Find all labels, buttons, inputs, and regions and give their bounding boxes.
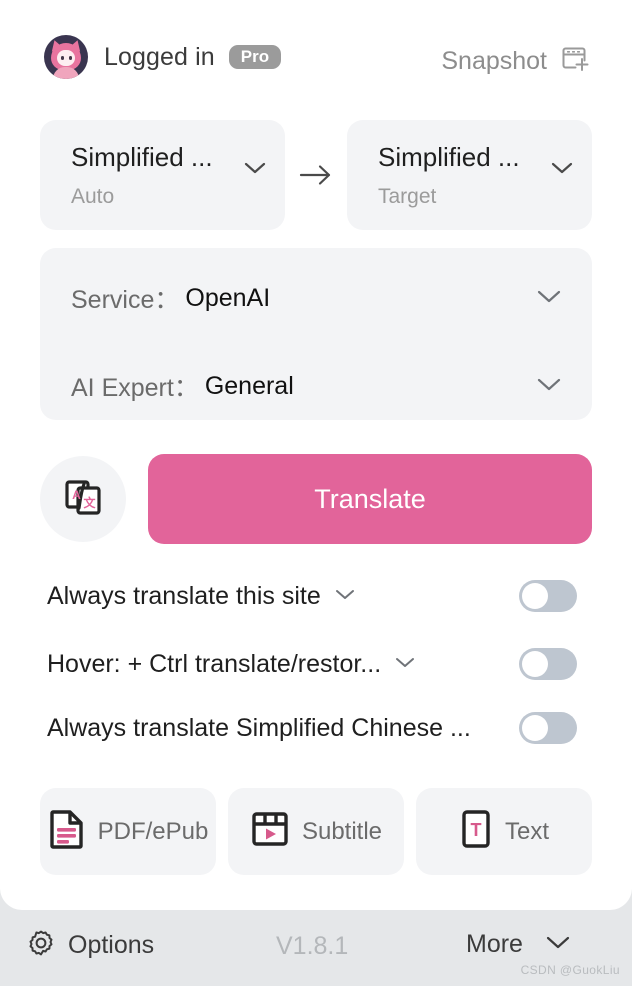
text-tile[interactable]: T Text xyxy=(416,788,592,875)
pro-badge: Pro xyxy=(228,45,282,69)
chevron-down-icon xyxy=(534,375,564,398)
chevron-down-icon[interactable] xyxy=(333,587,357,606)
account-area[interactable]: Logged in Pro xyxy=(44,35,282,79)
svg-text:T: T xyxy=(470,820,481,840)
always-translate-language-label: Always translate Simplified Chinese ... xyxy=(47,713,471,742)
footer: Options V1.8.1 More CSDN @GuokLiu xyxy=(0,910,632,986)
translate-button[interactable]: Translate xyxy=(148,454,592,544)
avatar-face xyxy=(57,50,75,66)
more-button[interactable]: More xyxy=(466,930,573,959)
snapshot-label: Snapshot xyxy=(441,47,547,75)
pdf-epub-tile[interactable]: PDF/ePub xyxy=(40,788,216,875)
chevron-down-icon xyxy=(242,160,268,181)
hover-translate-toggle[interactable] xyxy=(519,648,577,680)
translate-language-icon-button[interactable]: A 文 xyxy=(40,456,126,542)
more-label: More xyxy=(466,930,523,958)
options-label: Options xyxy=(68,931,155,959)
source-language-selector[interactable]: Simplified ... Auto xyxy=(40,120,285,230)
always-translate-site-label: Always translate this site xyxy=(47,581,321,610)
gear-icon xyxy=(26,928,56,963)
avatar-eye-right xyxy=(69,56,72,60)
source-language-name: Simplified ... xyxy=(71,142,213,172)
ai-expert-dropdown[interactable]: AI Expert： General xyxy=(71,366,564,406)
always-translate-site-row[interactable]: Always translate this site xyxy=(47,574,577,618)
translate-action-row: A 文 Translate xyxy=(40,452,592,546)
hover-translate-row[interactable]: Hover: + Ctrl translate/restor... xyxy=(47,642,577,686)
header: Logged in Pro Snapshot xyxy=(0,0,632,114)
toggle-knob xyxy=(522,583,548,609)
always-translate-language-toggle[interactable] xyxy=(519,712,577,744)
tools-tile-row: PDF/ePub Subtitle T Text xyxy=(40,788,592,875)
hover-translate-label: Hover: + Ctrl translate/restor... xyxy=(47,649,382,678)
arrow-right-icon xyxy=(285,162,347,188)
target-language-sub: Target xyxy=(378,185,437,208)
document-icon xyxy=(48,808,86,855)
logged-in-label: Logged in xyxy=(104,42,215,71)
snapshot-button[interactable]: Snapshot xyxy=(441,44,590,79)
avatar-eye-left xyxy=(61,56,64,60)
ai-expert-label: AI Expert： xyxy=(71,374,199,402)
subtitle-label: Subtitle xyxy=(301,817,383,845)
svg-text:A: A xyxy=(72,488,81,502)
target-language-name: Simplified ... xyxy=(378,142,520,172)
always-translate-language-row[interactable]: Always translate Simplified Chinese ... xyxy=(47,706,577,750)
toggle-knob xyxy=(522,715,548,741)
chevron-down-icon xyxy=(549,160,575,181)
svg-text:文: 文 xyxy=(83,495,96,510)
avatar[interactable] xyxy=(44,35,88,79)
version-label: V1.8.1 xyxy=(276,932,349,960)
translate-language-icon: A 文 xyxy=(60,474,106,525)
avatar-body xyxy=(53,67,79,79)
service-dropdown[interactable]: Service： OpenAI xyxy=(71,278,564,318)
target-language-selector[interactable]: Simplified ... Target xyxy=(347,120,592,230)
text-box-icon: T xyxy=(459,808,493,855)
pdf-epub-label: PDF/ePub xyxy=(97,817,209,845)
always-translate-site-toggle[interactable] xyxy=(519,580,577,612)
chevron-down-icon[interactable] xyxy=(393,655,417,674)
options-button[interactable]: Options xyxy=(26,928,154,963)
video-play-icon xyxy=(250,809,290,854)
source-language-sub: Auto xyxy=(71,185,115,208)
chevron-down-icon xyxy=(543,933,573,956)
chevron-down-icon xyxy=(534,287,564,310)
text-label: Text xyxy=(504,817,549,845)
service-settings-card: Service： OpenAI AI Expert： General xyxy=(40,248,592,420)
window-plus-icon xyxy=(560,44,590,79)
extension-popup-panel: Logged in Pro Snapshot Simplified ... Au… xyxy=(0,0,632,910)
subtitle-tile[interactable]: Subtitle xyxy=(228,788,404,875)
service-label: Service： xyxy=(71,286,180,314)
ai-expert-value: General xyxy=(204,371,294,400)
watermark: CSDN @GuokLiu xyxy=(520,963,620,977)
language-selector-row: Simplified ... Auto Simplified ... Targe… xyxy=(40,120,592,230)
toggle-knob xyxy=(522,651,548,677)
service-value: OpenAI xyxy=(185,283,271,312)
